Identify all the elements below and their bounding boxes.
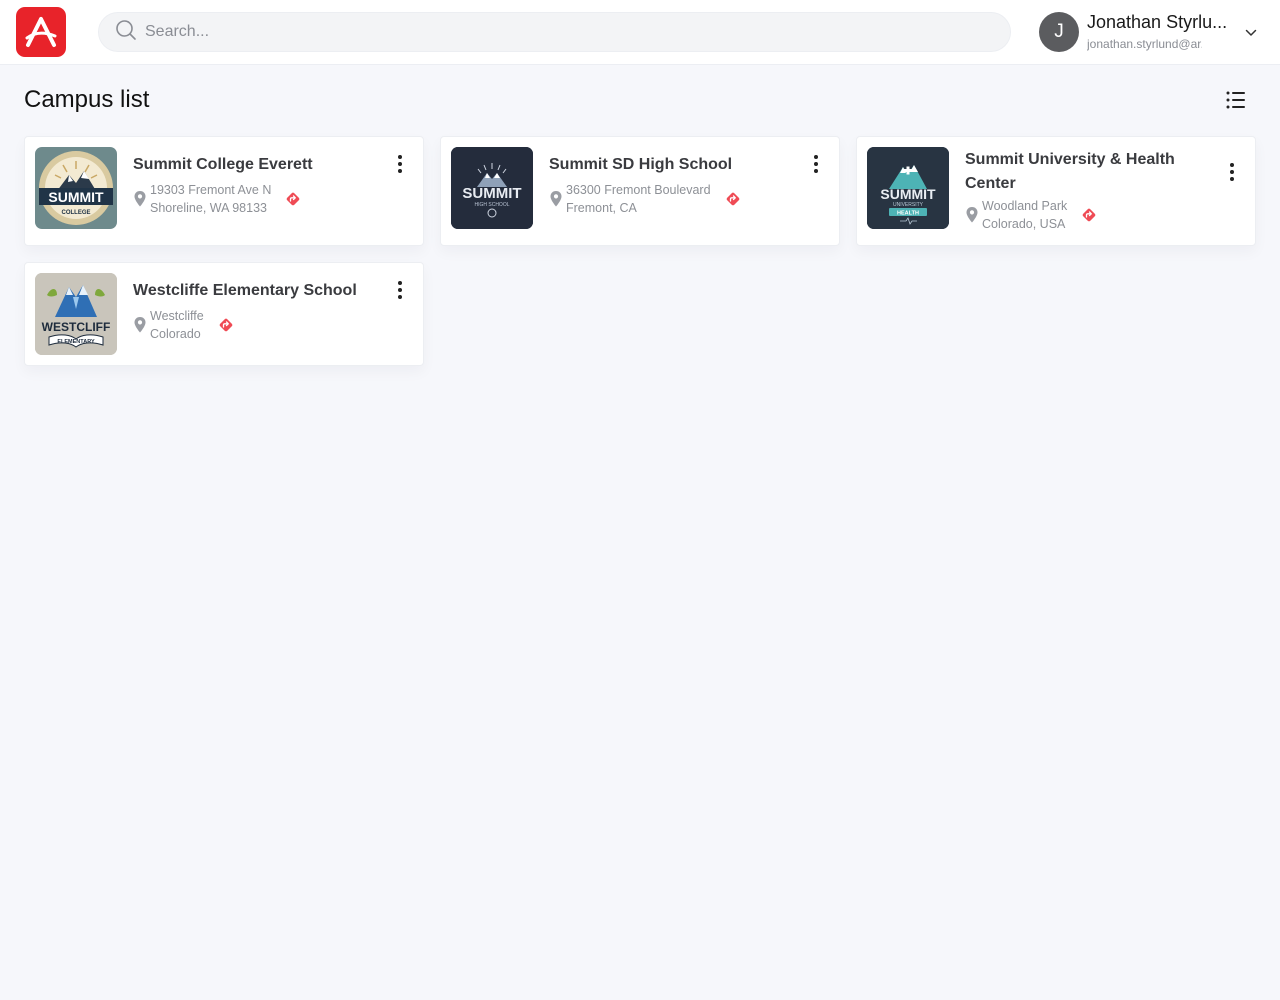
more-vertical-icon[interactable] [1221,161,1243,183]
campus-name[interactable]: Summit SD High School [549,153,789,177]
campus-card[interactable]: SUMMIT COLLEGE Summit College Everett 19… [24,136,424,246]
address-line-1: 19303 Fremont Ave N [150,183,272,197]
directions-icon[interactable] [285,191,301,207]
campus-address: Woodland Park Colorado, USA [965,197,1097,233]
more-vertical-icon[interactable] [805,153,827,175]
campus-address: 19303 Fremont Ave N Shoreline, WA 98133 [133,181,301,217]
address-line-2: Colorado [150,327,201,341]
campus-address: 36300 Fremont Boulevard Fremont, CA [549,181,741,217]
campus-logo: SUMMIT COLLEGE [35,147,117,229]
app-logo-icon[interactable] [16,7,66,57]
top-bar: J Jonathan Styrlu... jonathan.styrlund@a… [0,0,1280,64]
directions-icon[interactable] [218,317,234,333]
directions-icon[interactable] [1081,207,1097,223]
directions-icon[interactable] [725,191,741,207]
address-line-2: Shoreline, WA 98133 [150,201,267,215]
search-bar[interactable] [98,12,1011,52]
page-title: Campus list [24,86,150,113]
campus-card[interactable]: SUMMIT UNIVERSITY HEALTH Summit Universi… [856,136,1256,246]
campus-logo-subtext-2: HEALTH [897,211,919,217]
campus-logo-subtext: COLLEGE [61,210,90,216]
chevron-down-icon[interactable] [1244,26,1258,40]
address-line-1: Woodland Park [982,199,1068,213]
campus-logo: WESTCLIFF ELEMENTARY [35,273,117,355]
location-pin-icon [134,191,146,207]
user-name[interactable]: Jonathan Styrlu... [1087,12,1237,33]
campus-name[interactable]: Westcliffe Elementary School [133,279,393,303]
user-email: jonathan.styrlund@ar... [1087,37,1202,51]
more-vertical-icon[interactable] [389,153,411,175]
address-line-2: Colorado, USA [982,217,1066,231]
address-line-2: Fremont, CA [566,201,637,215]
list-view-icon[interactable] [1222,86,1250,114]
avatar[interactable]: J [1039,12,1079,52]
campus-logo-text: SUMMIT [462,185,521,202]
campus-card[interactable]: SUMMIT HIGH SCHOOL Summit SD High School… [440,136,840,246]
campus-logo-subtext: ELEMENTARY [57,339,95,345]
campus-card[interactable]: WESTCLIFF ELEMENTARY Westcliffe Elementa… [24,262,424,366]
address-line-1: 36300 Fremont Boulevard [566,183,711,197]
campus-logo-subtext: HIGH SCHOOL [474,202,509,208]
location-pin-icon [550,191,562,207]
location-pin-icon [966,207,978,223]
address-line-1: Westcliffe [150,309,204,323]
campus-logo-text: SUMMIT [48,189,104,205]
more-vertical-icon[interactable] [389,279,411,301]
campus-logo-subtext: UNIVERSITY [893,202,924,208]
campus-name[interactable]: Summit University & Health Center [965,148,1205,196]
campus-logo-text: WESTCLIFF [42,320,111,334]
campus-logo: SUMMIT UNIVERSITY HEALTH [867,147,949,229]
campus-logo-text: SUMMIT [880,186,936,202]
search-input[interactable] [145,23,965,41]
campus-address: Westcliffe Colorado [133,307,234,343]
location-pin-icon [134,317,146,333]
search-icon [115,19,137,46]
campus-name[interactable]: Summit College Everett [133,153,373,177]
campus-logo: SUMMIT HIGH SCHOOL [451,147,533,229]
